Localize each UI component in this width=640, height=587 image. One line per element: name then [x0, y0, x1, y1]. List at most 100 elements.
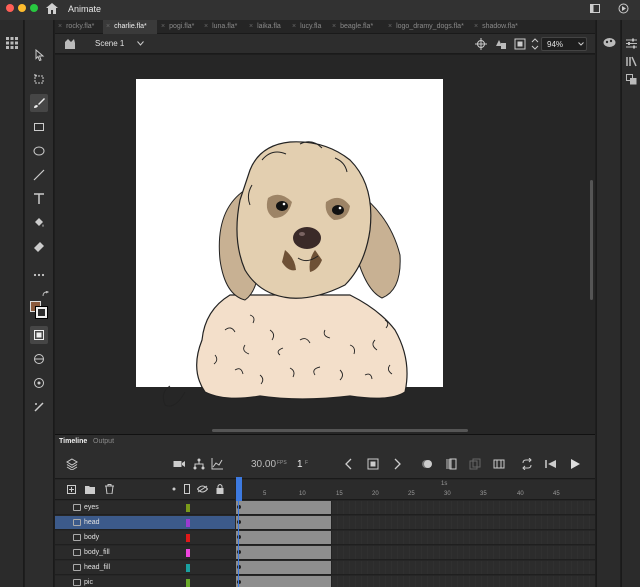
- stage-horizontal-scrollbar[interactable]: [212, 429, 468, 432]
- layer-row-pic[interactable]: pic: [55, 576, 235, 587]
- chevron-right-icon[interactable]: [391, 458, 403, 470]
- folder-icon[interactable]: [85, 485, 95, 494]
- layer-color-swatch[interactable]: [186, 534, 190, 542]
- step-back-icon[interactable]: [545, 458, 557, 470]
- tab-laika[interactable]: × laika.fla: [246, 20, 281, 34]
- frame-span[interactable]: [236, 546, 332, 559]
- chevron-down-icon[interactable]: [578, 42, 584, 46]
- trash-icon[interactable]: [105, 484, 114, 494]
- frame-row[interactable]: [236, 501, 595, 515]
- text-tool[interactable]: [30, 190, 48, 208]
- insert-keyframe-icon[interactable]: [367, 458, 379, 470]
- close-window-button[interactable]: [6, 4, 14, 12]
- minimize-window-button[interactable]: [18, 4, 26, 12]
- tab-rocky[interactable]: × rocky.fla*: [55, 20, 94, 34]
- tab-luna[interactable]: × luna.fla*: [201, 20, 237, 34]
- rectangle-tool[interactable]: [30, 118, 48, 136]
- play-icon[interactable]: [569, 458, 581, 470]
- current-frame-value[interactable]: 1: [297, 459, 303, 470]
- edit-symbols-icon[interactable]: [495, 38, 507, 50]
- scene-selector[interactable]: Scene 1: [95, 39, 124, 48]
- tab-output[interactable]: Output: [93, 438, 114, 445]
- test-movie-icon[interactable]: [618, 3, 629, 14]
- close-tab-icon[interactable]: ×: [332, 23, 336, 30]
- chevron-down-icon[interactable]: [137, 41, 144, 46]
- frame-span[interactable]: [236, 561, 332, 574]
- paint-bucket-tool[interactable]: [30, 214, 48, 232]
- maximize-window-button[interactable]: [30, 4, 38, 12]
- frame-row[interactable]: [236, 546, 595, 560]
- outline-icon[interactable]: [184, 484, 190, 494]
- frame-span[interactable]: [236, 576, 332, 587]
- layer-color-swatch[interactable]: [186, 519, 190, 527]
- clip-content-icon[interactable]: [514, 38, 526, 50]
- layer-color-swatch[interactable]: [186, 504, 190, 512]
- layer-color-swatch[interactable]: [186, 549, 190, 557]
- frame-ruler[interactable]: 1s 5 10 15 20 25 30 35 40 45: [236, 480, 595, 500]
- line-tool[interactable]: [30, 166, 48, 184]
- layers-icon[interactable]: [66, 458, 78, 470]
- library-icon[interactable]: [626, 56, 637, 67]
- close-tab-icon[interactable]: ×: [58, 23, 62, 30]
- close-tab-icon[interactable]: ×: [292, 23, 296, 30]
- frame-row[interactable]: [236, 516, 595, 530]
- close-tab-icon[interactable]: ×: [388, 23, 392, 30]
- frame-row[interactable]: [236, 531, 595, 545]
- tab-beagle[interactable]: × beagle.fla*: [329, 20, 373, 34]
- tab-lucy[interactable]: × lucy.fla: [289, 20, 321, 34]
- center-stage-icon[interactable]: [475, 38, 487, 50]
- oval-tool[interactable]: [30, 142, 48, 160]
- panel-layout-icon[interactable]: [590, 4, 600, 13]
- new-layer-icon[interactable]: [67, 485, 76, 494]
- eraser-tool[interactable]: [30, 238, 48, 256]
- stroke-color-swatch[interactable]: [36, 307, 47, 318]
- chevron-left-icon[interactable]: [343, 458, 355, 470]
- tab-logo-dramy-dogs[interactable]: × logo_dramy_dogs.fla*: [385, 20, 464, 34]
- brush-mode-button[interactable]: [30, 350, 48, 368]
- swap-colors-icon[interactable]: [42, 291, 50, 299]
- layer-row-head-fill[interactable]: head_fill: [55, 561, 235, 575]
- layer-row-body-fill[interactable]: body_fill: [55, 546, 235, 560]
- layer-color-swatch[interactable]: [186, 579, 190, 587]
- frame-span-icon[interactable]: [493, 458, 505, 470]
- dog-illustration[interactable]: [150, 130, 420, 415]
- layer-color-swatch[interactable]: [186, 564, 190, 572]
- onion-skin-icon[interactable]: [421, 458, 433, 470]
- tab-charlie[interactable]: × charlie.fla*: [103, 20, 157, 34]
- frame-grid[interactable]: [236, 501, 595, 587]
- edit-multiple-frames-icon[interactable]: [469, 458, 481, 470]
- lock-icon[interactable]: [216, 484, 224, 494]
- zoom-stepper-icon[interactable]: [531, 38, 539, 50]
- close-tab-icon[interactable]: ×: [474, 23, 478, 30]
- playhead[interactable]: [236, 477, 242, 501]
- brush-shape-button[interactable]: [30, 398, 48, 416]
- home-icon[interactable]: [46, 3, 58, 14]
- stage-vertical-scrollbar[interactable]: [590, 180, 593, 300]
- frame-span[interactable]: [236, 501, 332, 514]
- highlight-dot-icon[interactable]: [172, 487, 176, 491]
- onion-skin-outlines-icon[interactable]: [445, 458, 457, 470]
- tab-shadow[interactable]: × shadow.fla*: [471, 20, 518, 34]
- layer-parenting-icon[interactable]: [193, 458, 205, 470]
- grid-icon[interactable]: [6, 37, 18, 49]
- frame-row[interactable]: [236, 561, 595, 575]
- object-drawing-toggle[interactable]: [30, 326, 48, 344]
- frame-span[interactable]: [236, 516, 332, 529]
- brush-tool[interactable]: [30, 94, 48, 112]
- selection-tool[interactable]: [30, 46, 48, 64]
- close-tab-icon[interactable]: ×: [249, 23, 253, 30]
- tab-timeline[interactable]: Timeline: [59, 438, 87, 445]
- layer-row-eyes[interactable]: eyes: [55, 501, 235, 515]
- layer-row-head[interactable]: head: [55, 516, 235, 530]
- close-tab-icon[interactable]: ×: [204, 23, 208, 30]
- camera-icon[interactable]: [173, 458, 185, 470]
- zoom-field[interactable]: 94%: [541, 37, 587, 51]
- close-tab-icon[interactable]: ×: [161, 23, 165, 30]
- brush-smoothing-button[interactable]: [30, 374, 48, 392]
- free-transform-tool[interactable]: [30, 70, 48, 88]
- close-tab-icon[interactable]: ×: [106, 23, 110, 30]
- layer-row-body[interactable]: body: [55, 531, 235, 545]
- frame-span[interactable]: [236, 531, 332, 544]
- graph-icon[interactable]: [211, 458, 223, 470]
- loop-icon[interactable]: [521, 458, 533, 470]
